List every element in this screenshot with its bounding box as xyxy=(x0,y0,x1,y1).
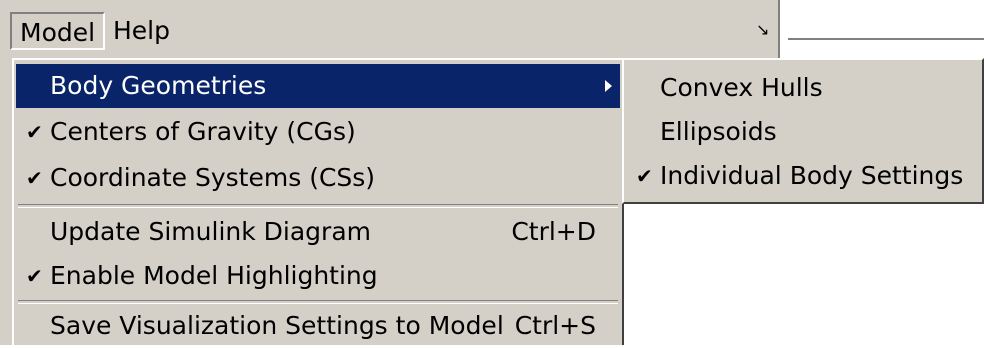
menu-item-label: Enable Model Highlighting xyxy=(50,261,378,290)
menu-item-shortcut: Ctrl+S xyxy=(514,311,596,340)
menu-item-label: Ellipsoids xyxy=(660,117,777,146)
submenu-arrow-icon xyxy=(605,80,612,92)
body-geometries-submenu: Convex Hulls Ellipsoids ✔ Individual Bod… xyxy=(622,58,984,204)
window-divider xyxy=(778,0,780,60)
menu-item-update-simulink-diagram[interactable]: Update Simulink Diagram Ctrl+D xyxy=(16,210,620,254)
checkmark-icon: ✔ xyxy=(26,166,43,190)
background-line-highlight xyxy=(788,40,984,41)
menu-help[interactable]: Help xyxy=(105,12,178,50)
checkmark-icon: ✔ xyxy=(26,264,43,288)
menu-item-shortcut: Ctrl+D xyxy=(511,217,596,246)
menu-item-save-visualization-settings[interactable]: Save Visualization Settings to Model Ctr… xyxy=(16,304,620,348)
checkmark-icon: ✔ xyxy=(636,164,653,188)
menu-item-label: Convex Hulls xyxy=(660,73,823,102)
menu-item-enable-model-highlighting[interactable]: ✔ Enable Model Highlighting xyxy=(16,254,620,298)
menu-item-centers-of-gravity[interactable]: ✔ Centers of Gravity (CGs) xyxy=(16,110,620,154)
submenu-item-convex-hulls[interactable]: Convex Hulls xyxy=(626,66,980,110)
menu-model[interactable]: Model xyxy=(10,12,106,50)
menu-shadow xyxy=(0,60,12,345)
model-dropdown-menu: Body Geometries ✔ Centers of Gravity (CG… xyxy=(12,58,624,345)
menu-bar: Model Help ↘ xyxy=(0,0,780,60)
menu-item-label: Update Simulink Diagram xyxy=(50,217,371,246)
menu-item-label: Save Visualization Settings to Model xyxy=(50,311,504,340)
menu-item-coordinate-systems[interactable]: ✔ Coordinate Systems (CSs) xyxy=(16,156,620,200)
checkmark-icon: ✔ xyxy=(26,120,43,144)
menu-separator xyxy=(18,204,618,208)
submenu-item-ellipsoids[interactable]: Ellipsoids xyxy=(626,110,980,154)
resize-arrow-icon[interactable]: ↘ xyxy=(756,22,769,38)
menu-item-label: Coordinate Systems (CSs) xyxy=(50,163,376,192)
menu-item-body-geometries[interactable]: Body Geometries xyxy=(16,64,620,108)
menu-item-label: Body Geometries xyxy=(50,71,267,100)
submenu-item-individual-body-settings[interactable]: ✔ Individual Body Settings xyxy=(626,154,980,198)
menu-item-label: Individual Body Settings xyxy=(660,161,964,190)
menu-item-label: Centers of Gravity (CGs) xyxy=(50,117,356,146)
